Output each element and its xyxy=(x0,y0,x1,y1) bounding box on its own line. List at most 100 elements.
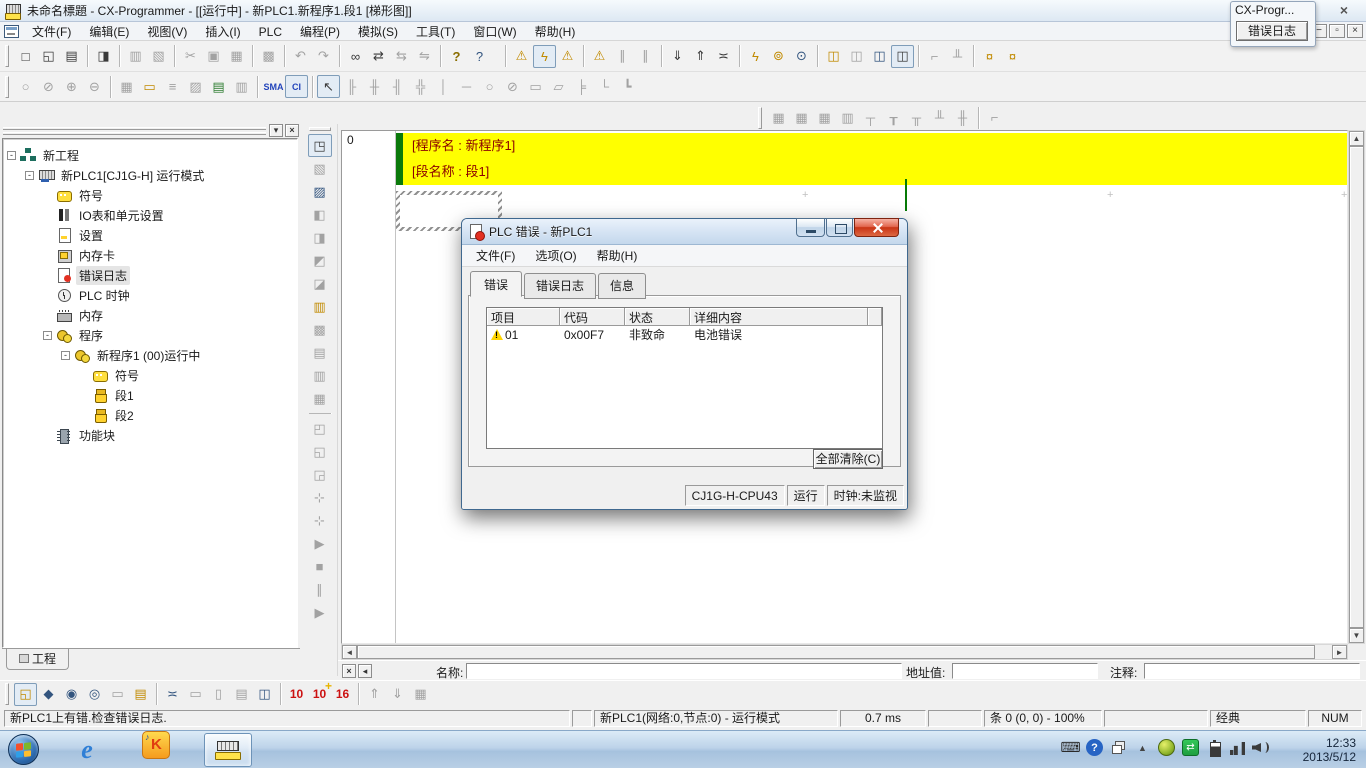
upload-from-plc-icon[interactable]: ⇑ xyxy=(689,45,712,68)
monitor-gray-icon[interactable]: ▩ xyxy=(308,318,332,341)
differential-monitor-icon[interactable]: ◫ xyxy=(891,45,914,68)
menu-item-e[interactable]: 编辑(E) xyxy=(80,23,138,41)
layers-icon[interactable]: ▧ xyxy=(308,157,332,180)
contact-or-no-icon[interactable]: ╢ xyxy=(386,75,409,98)
column-header-0[interactable]: 项目 xyxy=(487,308,560,326)
tree-item-io-table[interactable]: IO表和单元设置 xyxy=(3,205,297,225)
dialog-tab-错误日志[interactable]: 错误日志 xyxy=(524,273,596,299)
workspace-toggle-icon[interactable]: ◱ xyxy=(14,683,37,706)
help-icon[interactable]: ? xyxy=(1086,739,1103,756)
toolbar-grip[interactable] xyxy=(5,76,9,98)
pause-flag-icon[interactable]: ⌐ xyxy=(923,45,946,68)
keyboard-icon[interactable]: ⌨ xyxy=(1062,739,1079,756)
vertical-line-icon[interactable]: │ xyxy=(432,75,455,98)
vertical-scroll-thumb[interactable] xyxy=(1349,146,1364,628)
diff-gray-icon[interactable]: ▦ xyxy=(409,683,432,706)
expander-icon[interactable]: - xyxy=(43,331,52,340)
window-titlebar[interactable]: 未命名標題 - CX-Programmer - [[运行中] - 新PLC1.新… xyxy=(0,0,1366,22)
print-preview-icon[interactable]: ▧ xyxy=(147,45,170,68)
monitor-hex-icon[interactable]: 16 xyxy=(331,683,354,706)
restore-window-icon[interactable] xyxy=(1110,739,1127,756)
paste-special-icon[interactable]: ▩ xyxy=(257,45,280,68)
replace-all-icon[interactable]: ⇆ xyxy=(390,45,413,68)
stop-icon[interactable]: ■ xyxy=(308,555,332,578)
monitor-mode-icon[interactable]: ◫ xyxy=(822,45,845,68)
tree-item-memory-card[interactable]: 内存卡 xyxy=(3,245,297,265)
io-monitor-icon[interactable]: ◫ xyxy=(253,683,276,706)
replace-icon[interactable]: ⇄ xyxy=(367,45,390,68)
coil-icon[interactable]: ○ xyxy=(478,75,501,98)
select-pointer-icon[interactable]: ↖ xyxy=(317,75,340,98)
goto-c-icon[interactable]: ◩ xyxy=(308,249,332,272)
goto-b-icon[interactable]: ◨ xyxy=(308,226,332,249)
copy-icon[interactable]: ▣ xyxy=(202,45,225,68)
hand-a-icon[interactable]: ⊹ xyxy=(308,486,332,509)
download-to-plc-icon[interactable]: ⇓ xyxy=(666,45,689,68)
address-reference-icon[interactable]: ⇋ xyxy=(413,45,436,68)
workspace-collapse-button[interactable]: ▾ xyxy=(269,124,283,137)
menu-item-s[interactable]: 模拟(S) xyxy=(349,23,407,41)
security-icon[interactable] xyxy=(1158,739,1175,756)
expander-icon[interactable]: - xyxy=(7,151,16,160)
block-d-icon[interactable]: ▥ xyxy=(836,106,859,129)
scroll-down-icon[interactable]: ▼ xyxy=(1349,628,1364,643)
compile-icon[interactable]: ⚠ xyxy=(510,45,533,68)
tab-project[interactable]: 工程 xyxy=(6,649,69,670)
network-signal-icon[interactable] xyxy=(1230,742,1245,755)
properties-window-icon[interactable]: ▤ xyxy=(129,683,152,706)
horizontal-scrollbar[interactable]: ◄ ► xyxy=(341,644,1348,660)
show-hidden-icon[interactable]: ▲ xyxy=(1134,739,1151,756)
online-simulator-icon[interactable]: ⊙ xyxy=(790,45,813,68)
line-delete-icon[interactable]: ┗ xyxy=(616,75,639,98)
window-e-icon[interactable]: ▭ xyxy=(106,683,129,706)
pause-icon[interactable]: ∥ xyxy=(308,578,332,601)
menu-item-h[interactable]: 帮助(H) xyxy=(587,245,648,266)
time-chart-monitor-icon[interactable]: ╨ xyxy=(946,45,969,68)
local-window-icon[interactable]: ▥ xyxy=(230,75,253,98)
step-b-icon[interactable]: ┰ xyxy=(882,106,905,129)
frame-c-icon[interactable]: ▦ xyxy=(308,387,332,410)
save-icon[interactable]: ▤ xyxy=(60,45,83,68)
step-d-icon[interactable]: ╨ xyxy=(928,106,951,129)
goto-a-icon[interactable]: ◧ xyxy=(308,203,332,226)
section-list-icon[interactable]: ▤ xyxy=(207,75,230,98)
maximize-button[interactable] xyxy=(826,218,853,237)
contact-no-icon[interactable]: ╟ xyxy=(340,75,363,98)
vertical-scrollbar[interactable]: ▲ ▼ xyxy=(1348,130,1365,644)
scroll-left-icon[interactable]: ◄ xyxy=(342,645,357,659)
sync-icon[interactable]: ⇄ xyxy=(1182,739,1199,756)
zoom-select-icon[interactable]: ○ xyxy=(14,75,37,98)
instruction-box-nc-icon[interactable]: ▱ xyxy=(547,75,570,98)
tree-item-settings[interactable]: 设置 xyxy=(3,225,297,245)
zoom-region-icon[interactable]: ⊘ xyxy=(37,75,60,98)
menu-item-h[interactable]: 帮助(H) xyxy=(526,23,585,41)
return-elbow-icon[interactable]: ⌐ xyxy=(983,106,1006,129)
column-header-2[interactable]: 状态 xyxy=(625,308,690,326)
taskbar-clock[interactable]: 12:33 2013/5/12 xyxy=(1303,736,1356,764)
zoom-in-icon[interactable]: ⊕ xyxy=(60,75,83,98)
redo-icon[interactable]: ↷ xyxy=(312,45,335,68)
print-preview-report-icon[interactable]: ◨ xyxy=(92,45,115,68)
toolbar-grip[interactable] xyxy=(5,45,9,67)
monitor-decimal-icon[interactable]: 10 xyxy=(285,683,308,706)
pause-b-icon[interactable]: ∥ xyxy=(634,45,657,68)
tree-item-new-plc1[interactable]: -新PLC1[CJ1G-H] 运行模式 xyxy=(3,165,297,185)
workspace-close-button[interactable]: × xyxy=(285,124,299,137)
tree-item-programs[interactable]: -程序 xyxy=(3,325,297,345)
print-icon[interactable]: ▥ xyxy=(124,45,147,68)
scroll-up-icon[interactable]: ▲ xyxy=(1349,131,1364,146)
expander-icon[interactable]: - xyxy=(61,351,70,360)
toolbar-grip[interactable] xyxy=(758,107,762,129)
toolbar-grip[interactable] xyxy=(5,683,9,705)
contact-nc-icon[interactable]: ╫ xyxy=(363,75,386,98)
step-run-icon[interactable]: ▶ xyxy=(308,601,332,624)
force-off-icon[interactable]: ¤ xyxy=(1001,45,1024,68)
cx-programmer-taskbar-button[interactable] xyxy=(204,733,252,767)
show-comments-icon[interactable]: CI xyxy=(285,75,308,98)
step-a-icon[interactable]: ┬ xyxy=(859,106,882,129)
operand-collapse-button[interactable]: ◂ xyxy=(358,664,372,678)
menu-item-w[interactable]: 窗口(W) xyxy=(464,23,525,41)
operand-close-button[interactable]: × xyxy=(342,664,356,678)
cross-reference-icon[interactable]: ≍ xyxy=(161,683,184,706)
undo-icon[interactable]: ↶ xyxy=(289,45,312,68)
